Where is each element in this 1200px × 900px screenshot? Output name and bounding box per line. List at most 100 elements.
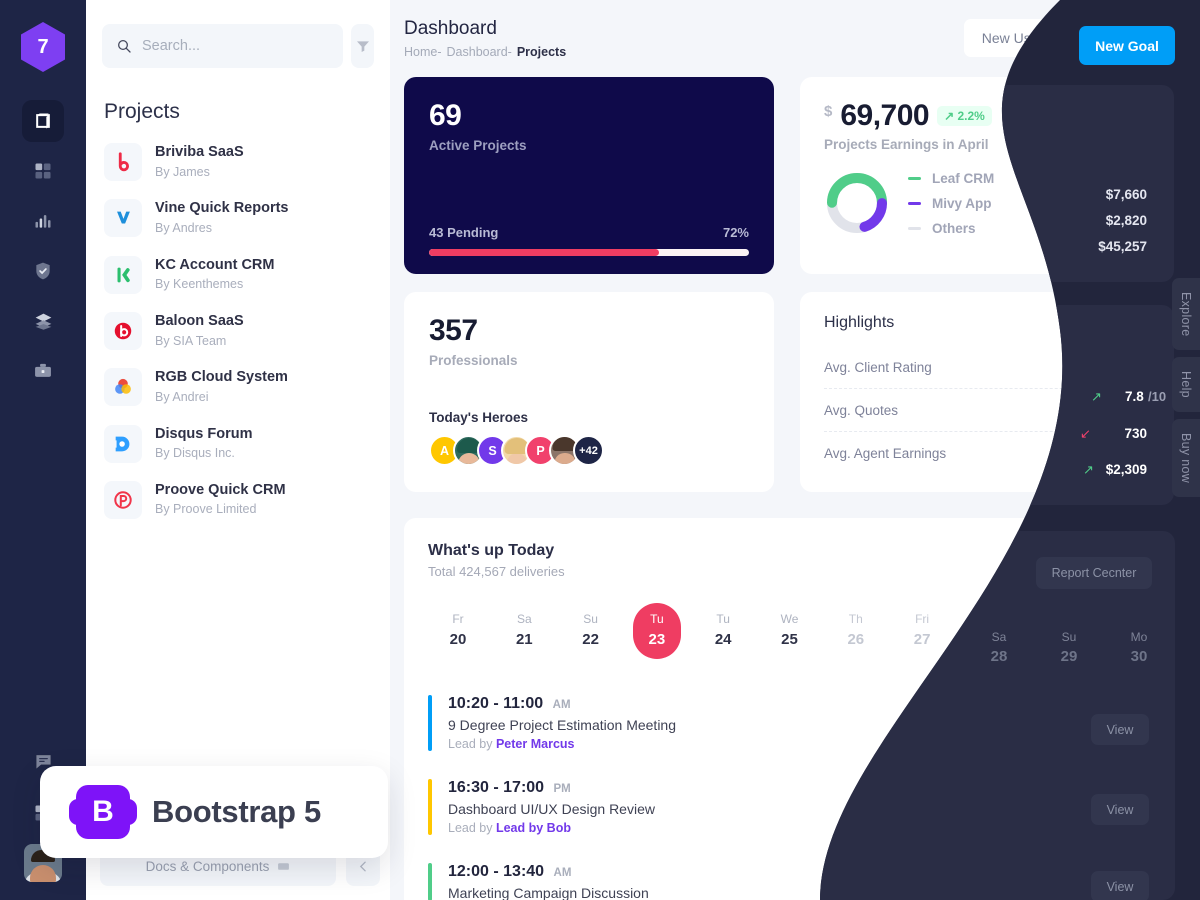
app-logo[interactable]: 7 — [21, 22, 65, 72]
percent-label: 72% — [722, 225, 749, 240]
day-name: Mo — [1112, 612, 1130, 626]
list-item[interactable]: Briviba SaaS By James — [100, 134, 376, 190]
event-time-row: 10:20 - 11:00 AM — [448, 695, 676, 713]
avatar-overflow-count: +42 — [579, 444, 598, 457]
list-item[interactable]: RGB Cloud System By Andrei — [100, 359, 376, 415]
new-goal-button[interactable]: New Goal — [1073, 18, 1175, 57]
filter-button[interactable] — [351, 24, 374, 68]
avatar-initial: P — [536, 443, 545, 458]
search-box[interactable] — [102, 24, 343, 68]
project-logo — [104, 424, 142, 463]
event-details: 16:30 - 17:00 PM Dashboard UI/UX Design … — [448, 779, 655, 835]
avatar-face — [506, 453, 527, 464]
table-row: Avg. Agent Earnings ↗ $2,309 — [824, 431, 1148, 474]
highlight-value: $2,309 — [1106, 445, 1148, 461]
view-button[interactable]: View — [1091, 790, 1151, 824]
event-time-row: 12:00 - 13:40 AM — [448, 863, 649, 881]
day-number: 21 — [515, 631, 533, 648]
report-center-button[interactable]: Report Cecnter — [1030, 542, 1151, 578]
highlight-value-group: ↙ 730 — [1107, 402, 1148, 418]
list-item[interactable]: KC Account CRM By Keenthemes — [100, 247, 376, 303]
page-heading-block: Dashboard Home- Dashboard- Projects — [404, 18, 566, 59]
day-name: Tu — [650, 612, 664, 626]
bootstrap-promo-badge[interactable]: B Bootstrap 5 — [40, 766, 388, 858]
event-color-bar — [428, 863, 432, 900]
day-cell[interactable]: Su 29 — [1031, 603, 1079, 659]
event-color-bar — [428, 695, 432, 751]
view-button[interactable]: View — [1091, 865, 1151, 899]
list-item[interactable]: Vine Quick Reports By Andres — [100, 190, 376, 246]
list-item[interactable]: Disqus Forum By Disqus Inc. — [100, 416, 376, 472]
active-projects-card: 69 Active Projects 43 Pending 72% — [404, 77, 774, 274]
sidebar-item-analytics[interactable] — [22, 200, 64, 242]
box-icon — [36, 113, 50, 129]
tab-buy-now[interactable]: Buy now — [1172, 419, 1200, 498]
day-number: 28 — [980, 631, 997, 648]
day-name: Tu — [716, 612, 730, 626]
tab-help[interactable]: Help — [1172, 357, 1200, 413]
earnings-amount-row: $ 69,700 ↗ 2.2% — [824, 99, 1148, 133]
day-cell[interactable]: We 25 — [765, 603, 813, 659]
legend-item: Leaf CRM $7,660 — [908, 171, 1148, 186]
search-input[interactable] — [142, 38, 329, 54]
earnings-subtitle: Projects Earnings in April — [824, 137, 989, 152]
disqus-logo-icon — [115, 436, 130, 452]
new-user-button[interactable]: New User — [963, 18, 1062, 57]
project-name: KC Account CRM — [155, 256, 275, 273]
highlight-name: Avg. Agent Earnings — [824, 445, 947, 461]
project-logo — [104, 312, 142, 351]
briefcase-icon — [35, 363, 51, 377]
event-time-row: 16:30 - 17:00 PM — [448, 779, 655, 797]
sidebar-item-projects[interactable] — [22, 350, 64, 392]
project-name: RGB Cloud System — [155, 369, 288, 386]
day-cell[interactable]: Su 22 — [567, 603, 615, 659]
tab-explore[interactable]: Explore — [1172, 278, 1200, 351]
bar-chart-icon — [35, 215, 51, 228]
rgb-cloud-logo-icon — [115, 379, 131, 395]
trend-down-icon: ↙ — [1107, 402, 1119, 417]
event-details: 12:00 - 13:40 AM Marketing Campaign Disc… — [448, 863, 649, 900]
sidebar-item-grid[interactable] — [22, 150, 64, 192]
projects-heading: Projects — [104, 100, 180, 123]
app-logo-text: 7 — [37, 35, 49, 58]
project-logo — [104, 368, 142, 407]
project-owner: By Keenthemes — [155, 277, 244, 292]
day-name: Sa — [516, 612, 532, 626]
event-row: 12:00 - 13:40 AM Marketing Campaign Disc… — [428, 853, 1151, 900]
legend-swatch — [908, 226, 921, 230]
day-cell[interactable]: Mo 30 — [1097, 603, 1145, 659]
breadcrumb-item-dashboard[interactable]: Dashboard- — [447, 45, 512, 59]
sidebar-item-box[interactable] — [22, 100, 64, 142]
legend-value: $2,820 — [1106, 195, 1148, 211]
project-logo — [104, 143, 142, 182]
currency-symbol: $ — [824, 103, 833, 120]
day-cell[interactable]: Fri 27 — [898, 603, 946, 659]
legend-swatch — [908, 176, 921, 180]
day-cell[interactable]: Sa 21 — [500, 603, 548, 659]
day-cell[interactable]: Fr 20 — [434, 603, 482, 659]
day-cell[interactable]: Tu 24 — [699, 603, 747, 659]
highlight-name: Avg. Client Rating — [824, 359, 932, 375]
proove-logo-icon — [114, 491, 132, 509]
avatar-face — [30, 865, 56, 882]
today-header: What's up Today Total 424,567 deliveries… — [428, 542, 1151, 579]
project-name: Proove Quick CRM — [155, 481, 286, 498]
event-ampm: AM — [553, 867, 572, 879]
sidebar-item-layers[interactable] — [22, 300, 64, 342]
day-cell[interactable]: Sa 28 — [964, 603, 1012, 659]
legend-label: Mivy App — [932, 195, 992, 211]
event-lead-name[interactable]: Lead by Bob — [496, 821, 571, 835]
breadcrumb-item-home[interactable]: Home- — [404, 45, 442, 59]
list-item[interactable]: Baloon SaaS By SIA Team — [100, 303, 376, 359]
event-lead: Lead by Peter Marcus — [448, 737, 676, 751]
sidebar-item-security[interactable] — [22, 250, 64, 292]
table-row: Avg. Client Rating ↗ 7.8 /10 — [824, 346, 1148, 388]
day-cell[interactable]: Th 26 — [832, 603, 880, 659]
day-cell-selected[interactable]: Tu 23 — [632, 603, 681, 659]
event-lead-name[interactable]: Peter Marcus — [496, 737, 575, 751]
day-number: 24 — [714, 631, 732, 648]
event-name: Marketing Campaign Discussion — [448, 885, 649, 900]
view-button[interactable]: View — [1091, 706, 1151, 740]
list-item[interactable]: Proove Quick CRM By Proove Limited — [100, 472, 376, 528]
avatar-overflow[interactable]: +42 — [573, 435, 604, 466]
